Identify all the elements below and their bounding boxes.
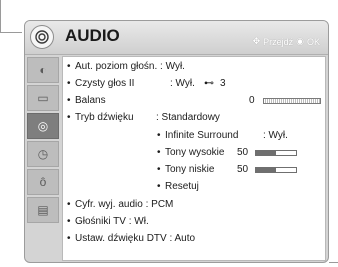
sidebar-item-audio[interactable]: ◎ bbox=[27, 113, 59, 139]
treble-value: 50 bbox=[237, 147, 249, 158]
bullet-icon: • bbox=[157, 147, 161, 158]
item-value: : Wył. bbox=[160, 61, 185, 72]
sidebar-item-picture[interactable]: ◐ bbox=[27, 57, 59, 83]
item-value: : PCM bbox=[145, 199, 174, 210]
bass-slider[interactable] bbox=[255, 167, 297, 173]
page-title: AUDIO bbox=[65, 26, 120, 45]
bullet-icon: • bbox=[67, 95, 71, 106]
balance-slider[interactable] bbox=[263, 98, 321, 104]
pointer-line-vertical bbox=[0, 0, 1, 33]
menu-item-dtv-audio[interactable]: • Ustaw. dźwięku DTV : Auto bbox=[67, 232, 195, 246]
bullet-icon: • bbox=[67, 112, 71, 123]
bullet-icon: • bbox=[67, 216, 71, 227]
pointer-line bbox=[0, 32, 22, 33]
bullet-icon: • bbox=[67, 61, 71, 72]
pointer-tick bbox=[329, 262, 338, 263]
bullet-icon: • bbox=[67, 78, 71, 89]
lock-icon: ô bbox=[39, 175, 47, 189]
ok-icon: ◉ bbox=[296, 36, 304, 46]
item-label: Aut. poziom głośn. bbox=[75, 61, 158, 72]
menu-item-treble[interactable]: • Tony wysokie 50 bbox=[157, 146, 323, 160]
clock-icon: ◷ bbox=[37, 147, 49, 161]
category-sidebar: ◐ ▭ ◎ ◷ ô ▤ bbox=[27, 57, 59, 225]
menu-item-auto-volume[interactable]: • Aut. poziom głośn. : Wył. bbox=[67, 60, 185, 74]
audio-icon bbox=[30, 25, 54, 49]
sidebar-item-options[interactable]: ▤ bbox=[27, 197, 59, 223]
item-value: : Standardowy bbox=[156, 112, 220, 123]
item-label: Infinite Surround bbox=[165, 130, 239, 141]
item-label: Tryb dźwięku bbox=[75, 112, 134, 123]
menu-item-balance[interactable]: • Balans 0 bbox=[67, 94, 323, 108]
options-icon: ▤ bbox=[37, 203, 49, 217]
audio-icon: ◎ bbox=[37, 119, 49, 133]
audio-menu-window: AUDIO ✥ Przejdź ◉ OK ◐ ▭ ◎ ◷ ô ▤ • Aut. p… bbox=[24, 20, 329, 263]
item-label: Resetuj bbox=[165, 181, 199, 192]
menu-header: AUDIO ✥ Przejdź ◉ OK bbox=[25, 21, 328, 55]
bullet-icon: • bbox=[67, 199, 71, 210]
bullet-icon: • bbox=[67, 233, 71, 244]
hint-ok-label: OK bbox=[306, 36, 320, 47]
bullet-icon: • bbox=[157, 130, 161, 141]
menu-item-tv-speaker[interactable]: • Głośniki TV : Wł. bbox=[67, 215, 149, 229]
treble-slider[interactable] bbox=[255, 150, 297, 156]
item-value: : Wył. bbox=[170, 78, 195, 89]
tv-icon: ▭ bbox=[37, 91, 49, 105]
item-label: Tony wysokie bbox=[165, 147, 225, 158]
sidebar-item-lock[interactable]: ô bbox=[27, 169, 59, 195]
menu-item-bass[interactable]: • Tony niskie 50 bbox=[157, 163, 323, 177]
item-value: : Wył. bbox=[263, 130, 288, 141]
navigation-hint: ✥ Przejdź ◉ OK bbox=[253, 36, 320, 47]
treble-slider-fill bbox=[256, 151, 276, 155]
item-label: Cyfr. wyj. audio bbox=[75, 199, 143, 210]
menu-item-infinite-surround[interactable]: • Infinite Surround : Wył. bbox=[157, 129, 323, 143]
menu-item-reset[interactable]: • Resetuj bbox=[157, 180, 199, 194]
bass-slider-fill bbox=[256, 168, 276, 172]
bullet-icon: • bbox=[157, 164, 161, 175]
picture-icon: ◐ bbox=[39, 63, 47, 77]
item-label: Czysty głos II bbox=[75, 78, 135, 89]
item-label: Głośniki TV bbox=[75, 216, 126, 227]
bullet-icon: • bbox=[157, 181, 161, 192]
menu-item-sound-mode[interactable]: • Tryb dźwięku : Standardowy bbox=[67, 111, 317, 125]
hint-navigate-label: Przejdź bbox=[263, 36, 294, 47]
sidebar-item-time[interactable]: ◷ bbox=[27, 141, 59, 167]
navigate-icon: ✥ bbox=[252, 36, 261, 46]
item-label: Ustaw. dźwięku DTV bbox=[75, 233, 167, 244]
bass-value: 50 bbox=[237, 164, 249, 175]
item-value: : Wł. bbox=[128, 216, 149, 227]
clear-voice-level: 3 bbox=[220, 78, 226, 89]
item-label: Balans bbox=[75, 95, 106, 106]
voice-icon: ⊷ bbox=[204, 78, 214, 89]
balance-value: 0 bbox=[249, 95, 255, 106]
item-value: : Auto bbox=[169, 233, 196, 244]
menu-item-clear-voice[interactable]: • Czysty głos II : Wył. ⊷ 3 bbox=[67, 77, 317, 91]
audio-settings-list: • Aut. poziom głośn. : Wył. • Czysty głos … bbox=[62, 56, 326, 261]
sidebar-item-tv[interactable]: ▭ bbox=[27, 85, 59, 111]
item-label: Tony niskie bbox=[165, 164, 215, 175]
menu-item-digital-audio-out[interactable]: • Cyfr. wyj. audio : PCM bbox=[67, 198, 173, 212]
